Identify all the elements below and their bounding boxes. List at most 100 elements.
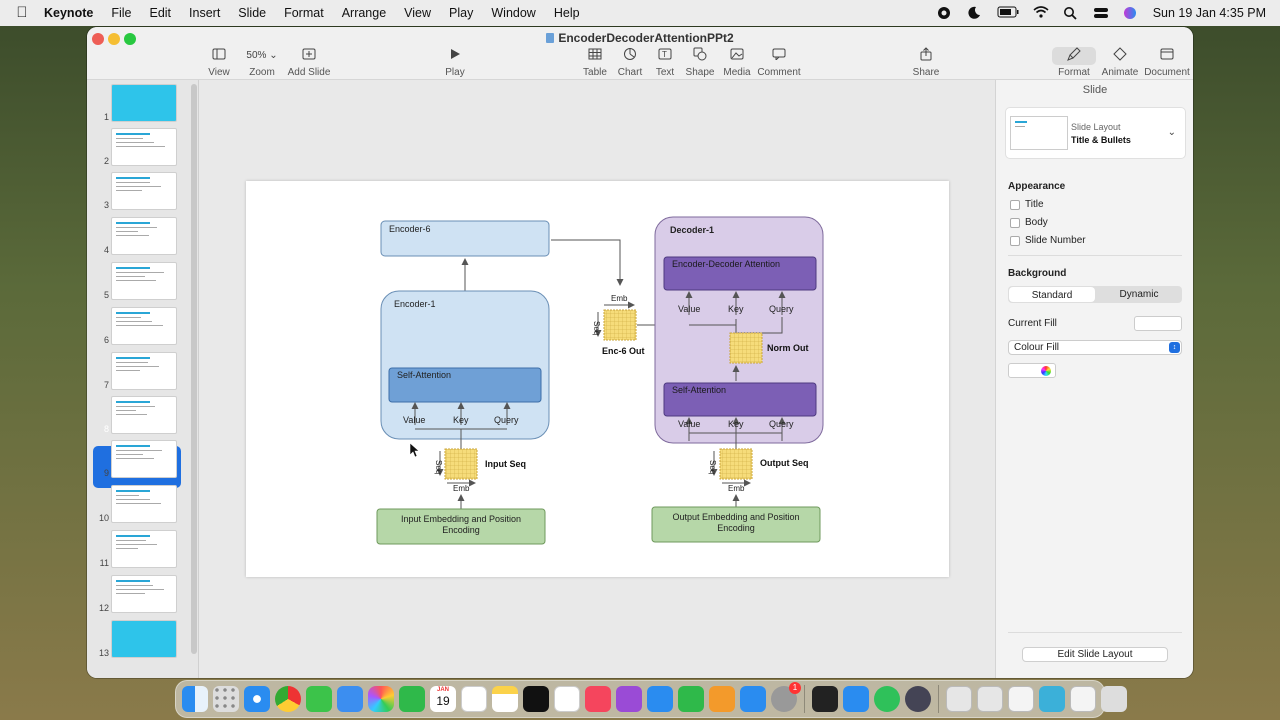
enc-key-label: Key xyxy=(453,415,469,425)
inspector-title: Slide xyxy=(1082,84,1108,96)
terminal-icon[interactable] xyxy=(812,686,838,712)
menu-view[interactable]: View xyxy=(404,6,431,20)
decoder1-label: Decoder-1 xyxy=(670,225,714,235)
slide-thumbnail[interactable] xyxy=(111,396,177,434)
slide-thumbnail[interactable] xyxy=(111,172,177,210)
moon-icon[interactable] xyxy=(967,6,983,20)
podcasts-icon[interactable] xyxy=(616,686,642,712)
record-icon[interactable] xyxy=(937,6,953,20)
colour-well[interactable] xyxy=(1008,363,1056,378)
menu-insert[interactable]: Insert xyxy=(189,6,220,20)
slide-number: 4 xyxy=(103,245,109,255)
numbers-icon[interactable] xyxy=(678,686,704,712)
keynote-window: EncoderDecoderAttentionPPt2 View 50% ⌄ Z… xyxy=(87,27,1193,678)
standard-segment[interactable]: Standard xyxy=(1009,287,1095,302)
launchpad-icon[interactable] xyxy=(213,686,239,712)
play-button[interactable]: Play xyxy=(425,47,485,78)
safari-icon[interactable] xyxy=(244,686,270,712)
apple-tv-icon[interactable] xyxy=(523,686,549,712)
bluetooth-icon[interactable] xyxy=(843,686,869,712)
edit-slide-layout-button[interactable]: Edit Slide Layout xyxy=(1022,647,1168,662)
recent-file-icon[interactable] xyxy=(1070,686,1096,712)
comment-button[interactable]: Comment xyxy=(749,47,809,78)
menu-help[interactable]: Help xyxy=(554,6,580,20)
chrome-icon[interactable] xyxy=(275,686,301,712)
current-slide[interactable]: Encoder-6 Encoder-1 Self-Attention Value… xyxy=(246,181,949,577)
system-settings-icon[interactable]: 1 xyxy=(771,682,801,712)
dynamic-segment[interactable]: Dynamic xyxy=(1096,286,1182,303)
fill-type-select[interactable]: Colour Fill ↕ xyxy=(1008,340,1182,355)
output-seq-matrix[interactable] xyxy=(719,448,753,480)
menu-format[interactable]: Format xyxy=(284,6,324,20)
slide-thumbnail[interactable] xyxy=(111,84,177,122)
slide-number: 10 xyxy=(98,513,109,523)
input-seq-matrix[interactable] xyxy=(444,448,478,480)
menu-edit[interactable]: Edit xyxy=(149,6,171,20)
menu-arrange[interactable]: Arrange xyxy=(342,6,386,20)
menu-app-name[interactable]: Keynote xyxy=(44,6,93,20)
zoom-label: Zoom xyxy=(249,67,275,78)
slide-thumbnail[interactable] xyxy=(111,352,177,390)
control-center-icon[interactable] xyxy=(1093,6,1109,20)
battery-icon[interactable] xyxy=(997,6,1019,20)
facetime-icon[interactable] xyxy=(399,686,425,712)
enc6-out-matrix[interactable] xyxy=(603,309,637,341)
menu-play[interactable]: Play xyxy=(449,6,473,20)
share-button[interactable]: Share xyxy=(896,47,956,78)
slide-thumbnail[interactable] xyxy=(111,128,177,166)
slide-layout-picker[interactable]: Slide Layout Title & Bullets ⌄ xyxy=(1005,107,1186,159)
document-button[interactable]: Document xyxy=(1137,47,1193,78)
slide-thumbnail[interactable] xyxy=(111,217,177,255)
messages-icon[interactable] xyxy=(306,686,332,712)
slide-thumbnail[interactable] xyxy=(111,307,177,345)
background-type-segmented: Standard Dynamic xyxy=(1008,286,1182,303)
music-icon[interactable] xyxy=(585,686,611,712)
slide-thumbnail[interactable] xyxy=(111,262,177,300)
menu-window[interactable]: Window xyxy=(491,6,535,20)
keynote-icon[interactable] xyxy=(647,686,673,712)
wifi-icon[interactable] xyxy=(1033,6,1049,20)
notes-icon[interactable] xyxy=(492,686,518,712)
finder-icon[interactable] xyxy=(182,686,208,712)
slide-number-checkbox-label: Slide Number xyxy=(1025,235,1086,246)
recent-file-icon[interactable] xyxy=(1008,686,1034,712)
slide-thumbnail[interactable] xyxy=(111,485,177,523)
photos-icon[interactable] xyxy=(368,686,394,712)
apple-icon[interactable]:  xyxy=(14,5,30,21)
slide-thumbnail[interactable] xyxy=(111,440,177,478)
add-slide-button[interactable]: Add Slide xyxy=(279,47,339,78)
pages-icon[interactable] xyxy=(709,686,735,712)
recent-file-icon[interactable] xyxy=(946,686,972,712)
app-store-icon[interactable] xyxy=(740,686,766,712)
notification-badge: 1 xyxy=(789,682,801,694)
slide-thumbnail[interactable] xyxy=(111,620,177,658)
ed-key-label: Key xyxy=(728,304,744,314)
menu-file[interactable]: File xyxy=(111,6,131,20)
whatsapp-icon[interactable] xyxy=(874,686,900,712)
navigator-scrollbar[interactable] xyxy=(191,84,197,654)
slide-thumbnail[interactable] xyxy=(111,530,177,568)
recent-file-icon[interactable] xyxy=(977,686,1003,712)
norm-out-matrix[interactable] xyxy=(729,332,763,364)
recent-file-icon[interactable] xyxy=(1039,686,1065,712)
current-fill-swatch[interactable] xyxy=(1134,316,1182,331)
body-checkbox[interactable] xyxy=(1010,218,1020,228)
freeform-icon[interactable] xyxy=(554,686,580,712)
screenshot-icon[interactable] xyxy=(905,686,931,712)
search-icon[interactable] xyxy=(1063,6,1079,20)
title-checkbox[interactable] xyxy=(1010,200,1020,210)
siri-icon[interactable] xyxy=(1123,6,1139,20)
document-title: EncoderDecoderAttentionPPt2 xyxy=(87,31,1193,45)
mail-icon[interactable] xyxy=(337,686,363,712)
menubar-clock[interactable]: Sun 19 Jan 4:35 PM xyxy=(1153,6,1266,20)
shape-icon xyxy=(693,47,707,65)
slide-number: 11 xyxy=(99,558,109,568)
reminders-icon[interactable] xyxy=(461,686,487,712)
slide-canvas: Encoder-6 Encoder-1 Self-Attention Value… xyxy=(199,80,995,678)
calendar-icon[interactable]: JAN 19 xyxy=(430,686,456,712)
menu-slide[interactable]: Slide xyxy=(238,6,266,20)
trash-icon[interactable] xyxy=(1101,686,1127,712)
input-embedding-label-1: Input Embedding and Position xyxy=(401,514,521,524)
slide-thumbnail[interactable] xyxy=(111,575,177,613)
slide-number-checkbox[interactable] xyxy=(1010,236,1020,246)
